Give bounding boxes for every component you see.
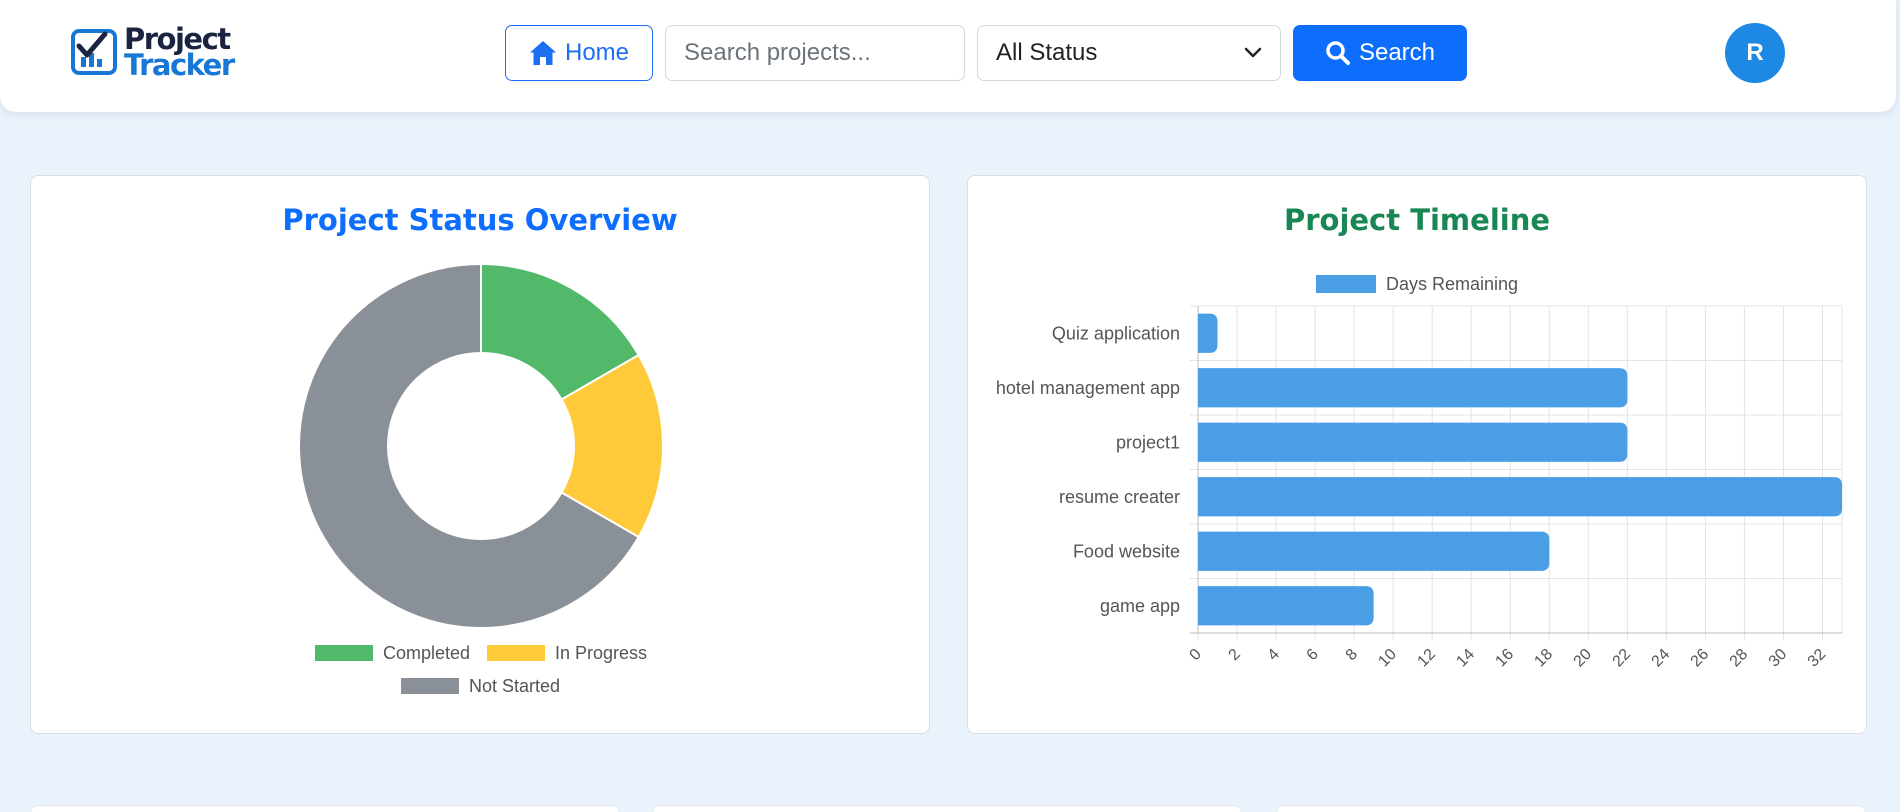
bar-resume-creater[interactable] xyxy=(1198,477,1842,517)
x-tick-label: 30 xyxy=(1766,646,1791,671)
category-label: Quiz application xyxy=(1052,323,1180,343)
bar-quiz-application[interactable] xyxy=(1198,313,1218,353)
legend-label: In Progress xyxy=(555,643,647,663)
legend-item-in-progress[interactable]: In Progress xyxy=(487,643,647,663)
legend-label: Completed xyxy=(383,643,470,663)
project-timeline-card: Project Timeline Days Remaining Quiz appl… xyxy=(967,175,1867,734)
x-tick-label: 18 xyxy=(1531,646,1556,671)
home-icon xyxy=(529,41,556,65)
x-tick-label: 32 xyxy=(1805,646,1830,671)
category-label: Food website xyxy=(1073,541,1180,561)
x-tick-label: 28 xyxy=(1727,646,1752,671)
home-button-label: Home xyxy=(564,39,630,66)
user-avatar[interactable]: R xyxy=(1725,23,1785,83)
legend-item-days-remaining[interactable]: Days Remaining xyxy=(1316,274,1518,294)
top-navbar: Project Tracker Home All Status Search R xyxy=(0,0,1896,112)
legend-swatch xyxy=(401,678,459,694)
x-tick-label: 6 xyxy=(1304,646,1322,664)
x-tick-label: 24 xyxy=(1649,646,1674,671)
category-label: game app xyxy=(1100,596,1180,616)
bottom-card-1 xyxy=(30,805,620,812)
x-tick-label: 16 xyxy=(1492,646,1517,671)
status-donut-chart: Completed In Progress Not Started xyxy=(298,262,664,696)
x-tick-label: 8 xyxy=(1343,646,1361,664)
logo-text: Project Tracker xyxy=(124,25,235,82)
status-filter-value: All Status xyxy=(996,39,1098,66)
timeline-bar-chart: Days Remaining Quiz application hotel mana… xyxy=(996,274,1843,671)
bottom-card-3 xyxy=(1276,805,1866,812)
x-tick-label: 26 xyxy=(1688,646,1713,671)
legend-swatch xyxy=(315,645,373,661)
logo-line-2: Tracker xyxy=(124,48,235,82)
legend-label: Days Remaining xyxy=(1386,274,1518,294)
app-logo[interactable]: Project Tracker xyxy=(70,25,235,82)
bottom-card-2 xyxy=(652,805,1242,812)
x-tick-label: 20 xyxy=(1571,646,1596,671)
search-button[interactable]: Search xyxy=(1293,25,1467,81)
x-tick-label: 14 xyxy=(1453,646,1478,671)
bar-hotel-management-app[interactable] xyxy=(1198,368,1628,408)
chevron-down-icon xyxy=(1244,47,1262,58)
bar-food-website[interactable] xyxy=(1198,531,1550,571)
legend-item-not-started[interactable]: Not Started xyxy=(401,676,560,696)
search-button-label: Search xyxy=(1358,39,1436,66)
category-label: project1 xyxy=(1116,432,1180,452)
legend-item-completed[interactable]: Completed xyxy=(315,643,470,663)
x-tick-label: 0 xyxy=(1187,646,1205,664)
bar-game-app[interactable] xyxy=(1198,586,1374,626)
checkbox-chart-icon xyxy=(71,29,117,75)
home-button[interactable]: Home xyxy=(505,25,653,81)
x-tick-label: 22 xyxy=(1610,646,1635,671)
bar-project1[interactable] xyxy=(1198,422,1628,462)
search-icon xyxy=(1326,41,1350,65)
category-label: hotel management app xyxy=(996,378,1180,398)
status-filter-select[interactable]: All Status xyxy=(977,25,1281,81)
legend-label: Not Started xyxy=(469,676,560,696)
x-tick-label: 10 xyxy=(1375,646,1400,671)
x-tick-label: 4 xyxy=(1265,646,1283,664)
legend-swatch xyxy=(1316,275,1376,293)
search-input[interactable] xyxy=(665,25,965,81)
x-tick-label: 2 xyxy=(1226,646,1244,664)
project-status-card: Project Status Overview Completed In Prog… xyxy=(30,175,930,734)
category-label: resume creater xyxy=(1059,487,1180,507)
x-tick-label: 12 xyxy=(1414,646,1439,671)
legend-swatch xyxy=(487,645,545,661)
